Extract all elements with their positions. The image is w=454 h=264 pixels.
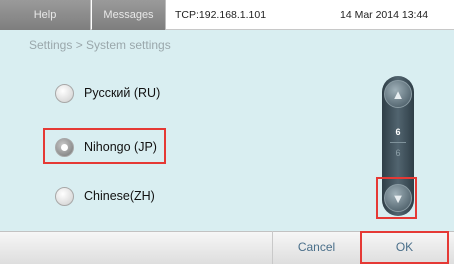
language-label-ru: Русский (RU) bbox=[84, 86, 161, 100]
highlight-box-scroll-down bbox=[376, 177, 417, 219]
highlight-box-ok bbox=[360, 231, 449, 264]
scroll-total-pages: 6 bbox=[395, 148, 401, 158]
scroll-divider bbox=[390, 142, 406, 143]
highlight-box-jp bbox=[43, 128, 166, 164]
cancel-button[interactable]: Cancel bbox=[272, 231, 360, 264]
scroll-current-page: 6 bbox=[395, 127, 401, 137]
top-bar: Help Messages TCP:192.168.1.101 14 Mar 2… bbox=[0, 0, 454, 30]
tab-help[interactable]: Help bbox=[0, 0, 91, 30]
connection-status: TCP:192.168.1.101 bbox=[175, 9, 267, 21]
radio-button-ru[interactable] bbox=[55, 83, 74, 103]
date-time: 14 Mar 2014 13:44 bbox=[340, 9, 429, 21]
tab-messages[interactable]: Messages bbox=[92, 0, 166, 30]
radio-button-zh[interactable] bbox=[55, 186, 74, 206]
language-label-zh: Chinese(ZH) bbox=[84, 189, 155, 203]
scroll-up-button[interactable]: ▲ bbox=[384, 80, 412, 108]
language-option-zh[interactable]: Chinese(ZH) bbox=[55, 184, 155, 208]
breadcrumb: Settings > System settings bbox=[29, 38, 171, 52]
language-option-ru[interactable]: Русский (RU) bbox=[55, 81, 160, 105]
chevron-up-icon: ▲ bbox=[391, 86, 405, 102]
